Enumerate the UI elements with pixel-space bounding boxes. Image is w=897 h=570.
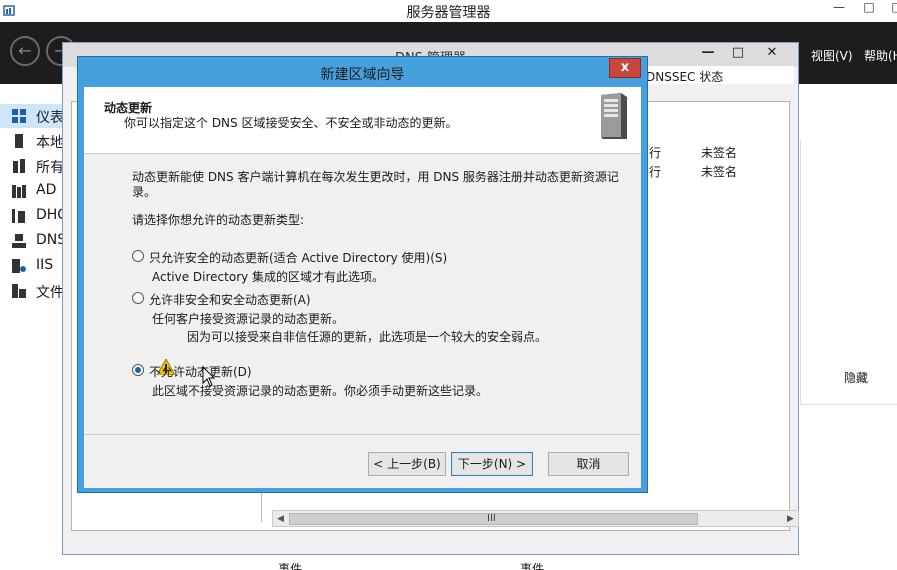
server-tower-icon bbox=[601, 93, 627, 139]
nav-label: 本地 bbox=[36, 135, 64, 151]
maximize-button[interactable]: □ bbox=[856, 0, 882, 16]
wizard-header: 动态更新 你可以指定这个 DNS 区域接受安全、不安全或非动态的更新。 bbox=[84, 87, 641, 154]
new-zone-wizard-dialog: 新建区域向导 x 动态更新 你可以指定这个 DNS 区域接受安全、不安全或非动态… bbox=[77, 56, 648, 493]
ad-icon bbox=[12, 185, 26, 198]
nav-label: 文件 bbox=[36, 285, 64, 301]
events-strip bbox=[0, 555, 897, 570]
zone-row-fragment: 行 bbox=[649, 165, 662, 179]
close-button[interactable]: □ bbox=[884, 0, 897, 16]
scroll-right-icon[interactable]: ▶ bbox=[783, 512, 798, 526]
dns-icon bbox=[12, 234, 26, 248]
nav-item-dashboard[interactable]: 仪表 bbox=[0, 104, 64, 128]
zone-row-fragment: 行 bbox=[649, 146, 662, 160]
scroll-thumb[interactable]: III bbox=[289, 513, 698, 525]
iis-icon bbox=[12, 259, 26, 273]
nav-item-dns[interactable]: DNS bbox=[0, 229, 64, 253]
scroll-grip: III bbox=[487, 513, 496, 524]
dhcp-icon bbox=[12, 209, 25, 223]
nav-label: 仪表 bbox=[36, 110, 64, 126]
dns-maximize-button[interactable]: □ bbox=[723, 45, 753, 63]
events-label: 事件 bbox=[278, 562, 303, 570]
option-label-nonsecure-and-secure[interactable]: 允许非安全和安全动态更新(A) bbox=[149, 291, 311, 308]
back-button[interactable]: < 上一步(B) bbox=[368, 452, 446, 476]
cancel-button[interactable]: 取消 bbox=[548, 452, 629, 476]
zone-row-dnssec-status: 未签名 bbox=[701, 146, 738, 160]
intro-text: 录。 bbox=[132, 185, 157, 199]
servers-icon bbox=[13, 159, 25, 173]
hide-link[interactable]: 隐藏 bbox=[844, 369, 868, 386]
dashboard-icon bbox=[12, 109, 26, 123]
scroll-left-icon[interactable]: ◀ bbox=[273, 512, 288, 526]
column-header-dnssec[interactable]: DNSSEC 状态 bbox=[639, 66, 794, 84]
nav-label: 所有 bbox=[36, 160, 64, 176]
nav-item-ad[interactable]: AD I bbox=[0, 179, 64, 203]
server-manager-titlebar: 服务器管理器 — □ □ bbox=[0, 0, 897, 22]
nav-item-iis[interactable]: IIS bbox=[0, 254, 64, 278]
intro-text: 动态更新能使 DNS 客户端计算机在每次发生更改时，用 DNS 服务器注册并动态… bbox=[132, 170, 619, 184]
menu-help[interactable]: 帮助(H bbox=[864, 47, 897, 64]
nav-label: IIS bbox=[36, 257, 54, 273]
radio-nonsecure-and-secure[interactable] bbox=[132, 292, 144, 304]
option-label-no-dynamic-update[interactable]: 不允许动态更新(D) bbox=[149, 363, 252, 380]
right-panel bbox=[800, 140, 897, 405]
option-label-secure-only[interactable]: 只允许安全的动态更新(适合 Active Directory 使用)(S) bbox=[149, 249, 447, 266]
warning-text: 因为可以接受来自非信任源的更新，此选项是一个较大的安全弱点。 bbox=[187, 330, 548, 344]
server-manager-title: 服务器管理器 bbox=[406, 5, 491, 21]
radio-secure-only[interactable] bbox=[132, 250, 144, 262]
nav-label: DHC bbox=[36, 207, 64, 223]
dns-minimize-button[interactable]: — bbox=[693, 45, 723, 63]
minimize-button[interactable]: — bbox=[826, 0, 852, 16]
file-services-icon bbox=[12, 284, 26, 298]
next-button[interactable]: 下一步(N) > bbox=[451, 452, 533, 476]
nav-item-local[interactable]: 本地 bbox=[0, 129, 64, 153]
wizard-close-button[interactable]: x bbox=[609, 58, 641, 78]
events-label: 事件 bbox=[520, 562, 545, 570]
wizard-step-description: 你可以指定这个 DNS 区域接受安全、不安全或非动态的更新。 bbox=[124, 116, 458, 130]
zone-row-dnssec-status: 未签名 bbox=[701, 165, 738, 179]
prompt-text: 请选择你想允许的动态更新类型: bbox=[132, 213, 305, 227]
radio-no-dynamic-update[interactable] bbox=[132, 364, 144, 376]
mouse-cursor-icon bbox=[202, 366, 216, 387]
nav-label: DNS bbox=[36, 232, 64, 248]
horizontal-scrollbar[interactable]: ◀ III ▶ bbox=[272, 510, 799, 527]
nav-item-dhcp[interactable]: DHC bbox=[0, 204, 64, 228]
server-icon bbox=[15, 134, 23, 148]
option-desc-nonsecure-and-secure: 任何客户接受资源记录的动态更新。 bbox=[152, 312, 345, 326]
wizard-body: 动态更新 你可以指定这个 DNS 区域接受安全、不安全或非动态的更新。 动态更新… bbox=[84, 87, 641, 488]
nav-label: AD I bbox=[36, 182, 64, 198]
option-desc-secure-only: Active Directory 集成的区域才有此选项。 bbox=[152, 270, 385, 284]
dns-close-button[interactable]: ✕ bbox=[757, 45, 787, 63]
wizard-separator bbox=[84, 434, 641, 435]
nav-item-file[interactable]: 文件 bbox=[0, 279, 64, 303]
column-header-label: DNSSEC 状态 bbox=[646, 70, 724, 84]
back-arrow-icon[interactable]: ← bbox=[10, 36, 40, 66]
menu-view[interactable]: 视图(V) bbox=[811, 47, 853, 64]
nav-item-all[interactable]: 所有 bbox=[0, 154, 64, 178]
wizard-title: 新建区域向导 bbox=[320, 67, 405, 83]
wizard-titlebar: 新建区域向导 x bbox=[78, 57, 647, 87]
